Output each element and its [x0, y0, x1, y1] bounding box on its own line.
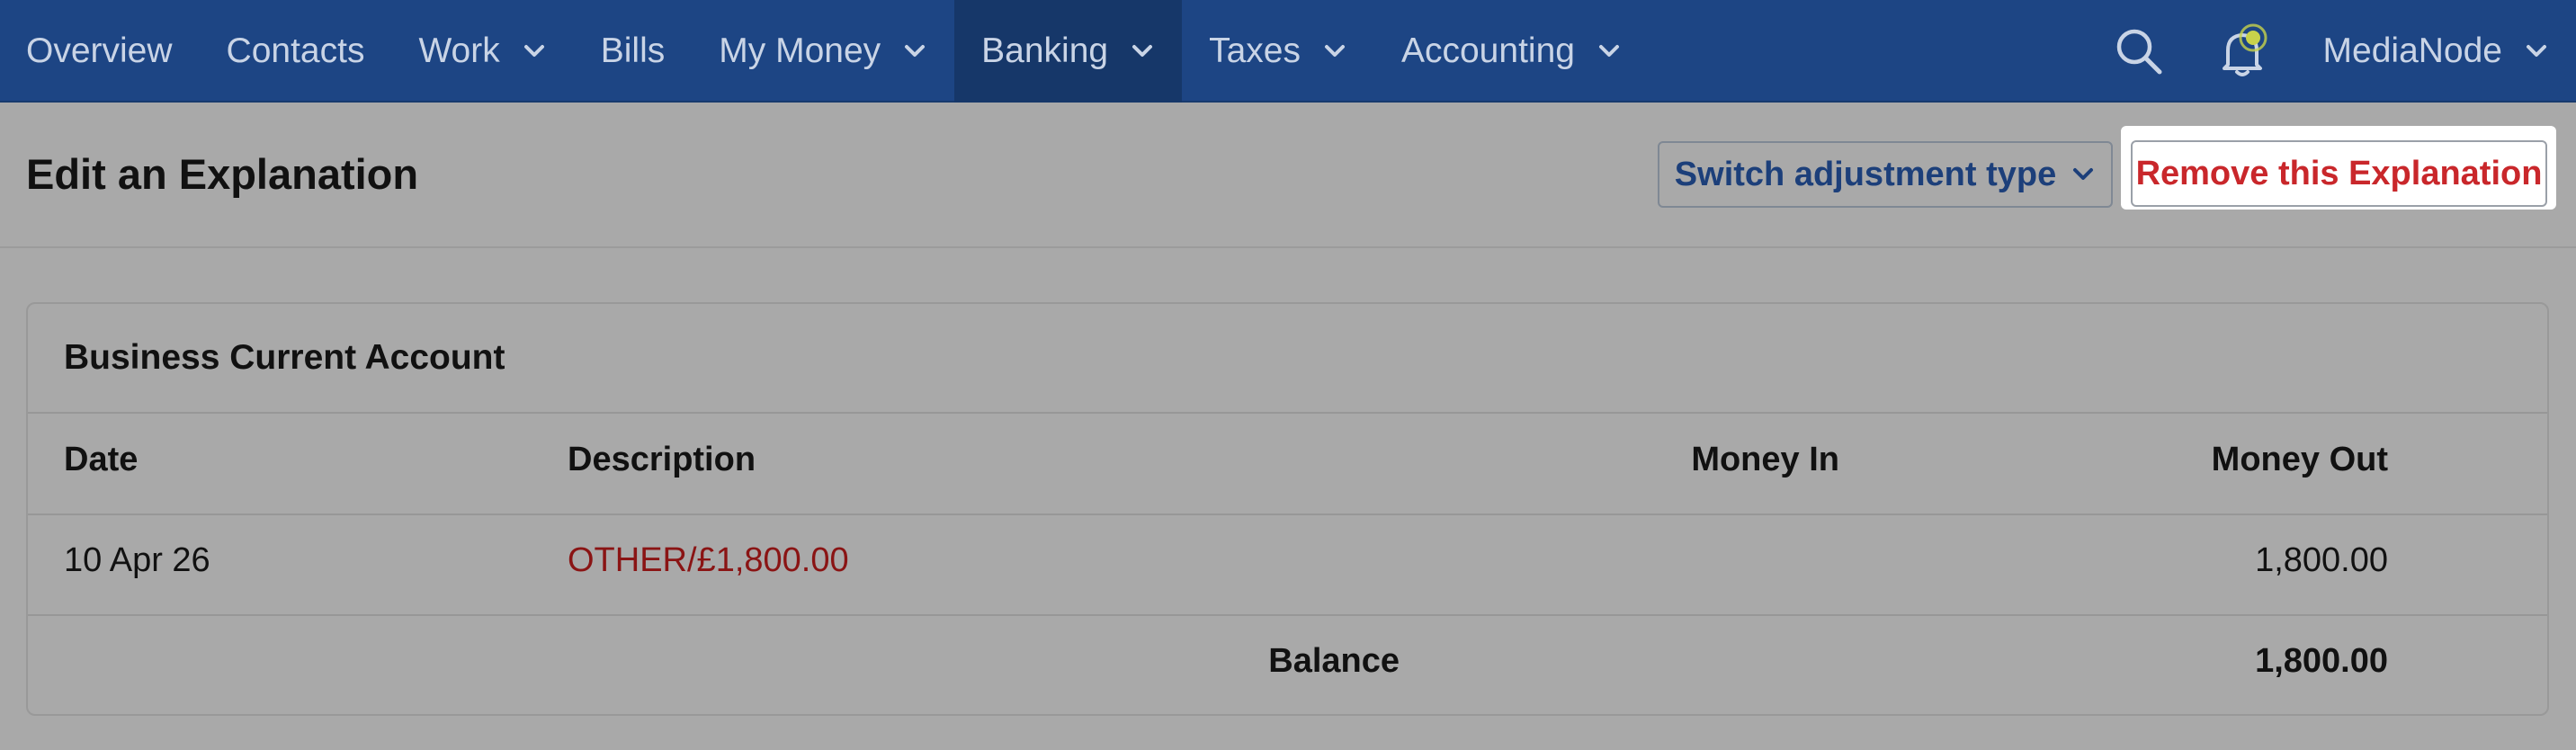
nav-item-my-money[interactable]: My Money — [692, 0, 954, 103]
balance-label: Balance — [1268, 642, 1400, 680]
chevron-down-icon — [902, 39, 927, 64]
chevron-down-icon — [2071, 162, 2096, 187]
page-title: Edit an Explanation — [26, 150, 419, 198]
nav-menu: Overview Contacts Work Bills My Money Ba… — [0, 0, 1649, 103]
nav-item-label: Work — [418, 31, 500, 70]
remove-explanation-button[interactable]: Remove this Explanation — [2131, 140, 2547, 207]
column-header-date: Date — [64, 441, 139, 478]
chevron-down-icon — [1322, 39, 1347, 64]
account-card: Business Current Account Date Descriptio… — [26, 302, 2549, 716]
chevron-down-icon — [1597, 39, 1622, 64]
divider — [28, 614, 2547, 616]
column-header-money-in: Money In — [1691, 441, 1839, 478]
nav-item-bills[interactable]: Bills — [574, 0, 693, 103]
column-header-money-out: Money Out — [2211, 441, 2388, 478]
search-icon[interactable] — [2107, 20, 2170, 83]
row-date: 10 Apr 26 — [64, 541, 210, 579]
divider — [28, 513, 2547, 515]
nav-item-overview[interactable]: Overview — [0, 0, 200, 103]
bell-icon[interactable] — [2212, 20, 2275, 83]
column-header-description: Description — [568, 441, 756, 478]
divider — [28, 412, 2547, 414]
row-description-link[interactable]: OTHER/£1,800.00 — [568, 541, 849, 580]
chevron-down-icon — [2524, 39, 2549, 64]
nav-utilities: MediaNode — [2107, 0, 2576, 103]
nav-item-label: Banking — [981, 31, 1109, 70]
card-title: Business Current Account — [64, 338, 505, 377]
nav-item-contacts[interactable]: Contacts — [200, 0, 392, 103]
account-name: MediaNode — [2322, 31, 2502, 70]
nav-item-label: Taxes — [1209, 31, 1301, 70]
switch-adjustment-type-button[interactable]: Switch adjustment type — [1658, 141, 2113, 208]
nav-item-label: Bills — [600, 31, 666, 70]
remove-explanation-label: Remove this Explanation — [2135, 154, 2543, 192]
nav-item-work[interactable]: Work — [391, 0, 573, 103]
switch-adjustment-type-label: Switch adjustment type — [1674, 155, 2057, 193]
nav-item-label: Contacts — [226, 31, 365, 70]
row-money-out: 1,800.00 — [2255, 541, 2388, 579]
chevron-down-icon — [1130, 39, 1155, 64]
top-navigation: Overview Contacts Work Bills My Money Ba… — [0, 0, 2576, 103]
nav-item-taxes[interactable]: Taxes — [1182, 0, 1374, 103]
nav-item-label: Accounting — [1400, 31, 1575, 70]
account-menu[interactable]: MediaNode — [2323, 31, 2576, 71]
nav-item-label: Overview — [26, 31, 173, 70]
nav-item-banking[interactable]: Banking — [954, 0, 1183, 103]
nav-item-accounting[interactable]: Accounting — [1374, 0, 1649, 103]
nav-item-label: My Money — [719, 31, 881, 70]
balance-value: 1,800.00 — [2255, 642, 2388, 680]
chevron-down-icon — [522, 39, 547, 64]
